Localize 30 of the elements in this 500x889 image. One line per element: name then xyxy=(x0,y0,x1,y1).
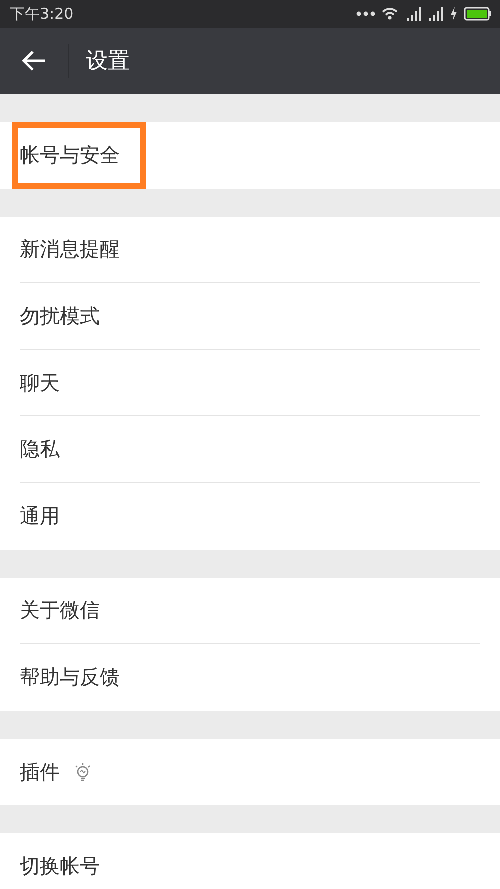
settings-item[interactable]: 通用 xyxy=(0,482,500,550)
settings-item[interactable]: 切换帐号 xyxy=(0,833,500,889)
item-label: 隐私 xyxy=(20,436,60,464)
item-label: 通用 xyxy=(20,502,60,530)
more-dots-icon xyxy=(356,11,376,17)
item-label: 帮助与反馈 xyxy=(20,664,120,691)
item-label: 关于微信 xyxy=(20,597,100,624)
item-label: 聊天 xyxy=(20,370,60,397)
signal-icon xyxy=(428,7,444,21)
settings-item[interactable]: 聊天 xyxy=(0,350,500,416)
item-label: 新消息提醒 xyxy=(20,236,120,264)
settings-item[interactable]: 关于微信 xyxy=(0,578,500,644)
settings-item[interactable]: 勿扰模式 xyxy=(0,283,500,350)
wifi-icon xyxy=(382,7,400,21)
signal-icon xyxy=(406,7,422,21)
settings-item[interactable]: 新消息提醒 xyxy=(0,216,500,284)
lightbulb-icon xyxy=(74,762,92,782)
settings-item[interactable]: 隐私 xyxy=(0,416,500,483)
status-time: 下午3:20 xyxy=(10,4,74,24)
back-arrow-icon xyxy=(21,50,47,72)
item-label: 切换帐号 xyxy=(20,853,100,880)
screen-title: 设置 xyxy=(86,48,130,76)
battery-icon xyxy=(464,7,492,21)
settings-item[interactable]: 插件 xyxy=(0,738,500,806)
item-label: 勿扰模式 xyxy=(20,302,100,330)
settings-item[interactable]: 帮助与反馈 xyxy=(0,644,500,711)
settings-item[interactable]: 帐号与安全 xyxy=(0,122,500,189)
item-label: 帐号与安全 xyxy=(12,122,146,189)
charging-icon xyxy=(450,7,458,21)
item-label: 插件 xyxy=(20,758,60,786)
